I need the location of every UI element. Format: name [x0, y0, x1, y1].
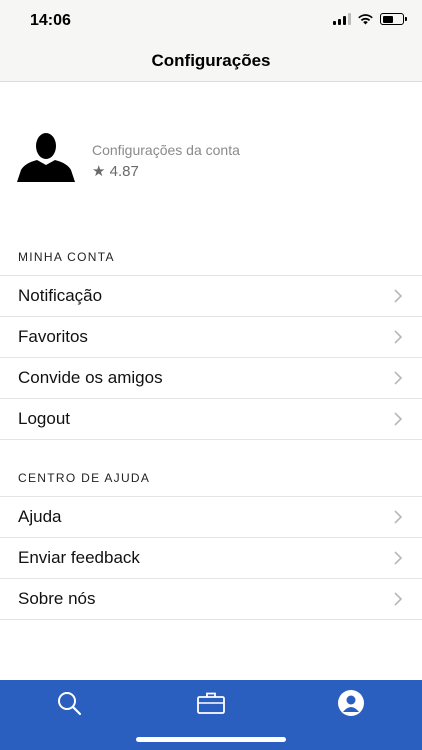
menu-item-label: Ajuda — [18, 507, 62, 526]
menu-item-about-us[interactable]: Sobre nós — [0, 579, 422, 620]
menu-item-favorites[interactable]: Favoritos — [0, 317, 422, 358]
menu-item-help[interactable]: Ajuda — [0, 497, 422, 538]
menu-item-invite-friends[interactable]: Convide os amigos — [0, 358, 422, 399]
chevron-right-icon — [394, 289, 403, 303]
navigation-bar: Configurações — [0, 44, 422, 82]
battery-icon — [380, 13, 407, 25]
profile-icon — [338, 690, 364, 716]
status-icons — [333, 13, 407, 25]
section-help-center: CENTRO DE AJUDA Ajuda Enviar feedback So… — [0, 459, 422, 620]
search-icon — [58, 692, 82, 716]
menu-item-label: Logout — [18, 409, 70, 428]
menu-item-label: Enviar feedback — [18, 548, 140, 567]
tab-search[interactable] — [54, 688, 84, 718]
section-header: CENTRO DE AJUDA — [0, 459, 422, 497]
menu-item-logout[interactable]: Logout — [0, 399, 422, 440]
menu-item-label: Favoritos — [18, 327, 88, 346]
chevron-right-icon — [394, 412, 403, 426]
status-bar: 14:06 — [0, 0, 422, 44]
section-my-account: MINHA CONTA Notificação Favoritos Convid… — [0, 238, 422, 440]
wifi-icon — [358, 14, 373, 25]
page-title: Configurações — [151, 51, 271, 70]
chevron-right-icon — [394, 371, 403, 385]
tab-bar — [0, 680, 422, 750]
account-settings-label: Configurações da conta — [92, 142, 240, 158]
status-time: 14:06 — [30, 12, 71, 29]
menu-item-label: Sobre nós — [18, 589, 96, 608]
chevron-right-icon — [394, 510, 403, 524]
menu-item-notification[interactable]: Notificação — [0, 276, 422, 317]
menu-item-label: Notificação — [18, 286, 103, 305]
chevron-right-icon — [394, 551, 403, 565]
tab-trips[interactable] — [196, 688, 226, 718]
rating: ★ 4.87 — [92, 163, 139, 180]
chevron-right-icon — [394, 330, 403, 344]
briefcase-icon — [197, 692, 225, 714]
home-indicator — [136, 737, 286, 742]
account-settings-link[interactable]: Configurações da conta ★ 4.87 — [0, 132, 422, 186]
avatar — [17, 133, 75, 182]
cellular-signal-icon — [333, 13, 351, 25]
chevron-right-icon — [394, 592, 403, 606]
menu-item-send-feedback[interactable]: Enviar feedback — [0, 538, 422, 579]
menu-item-label: Convide os amigos — [18, 368, 163, 387]
tab-profile[interactable] — [336, 688, 366, 718]
section-header: MINHA CONTA — [0, 238, 422, 276]
